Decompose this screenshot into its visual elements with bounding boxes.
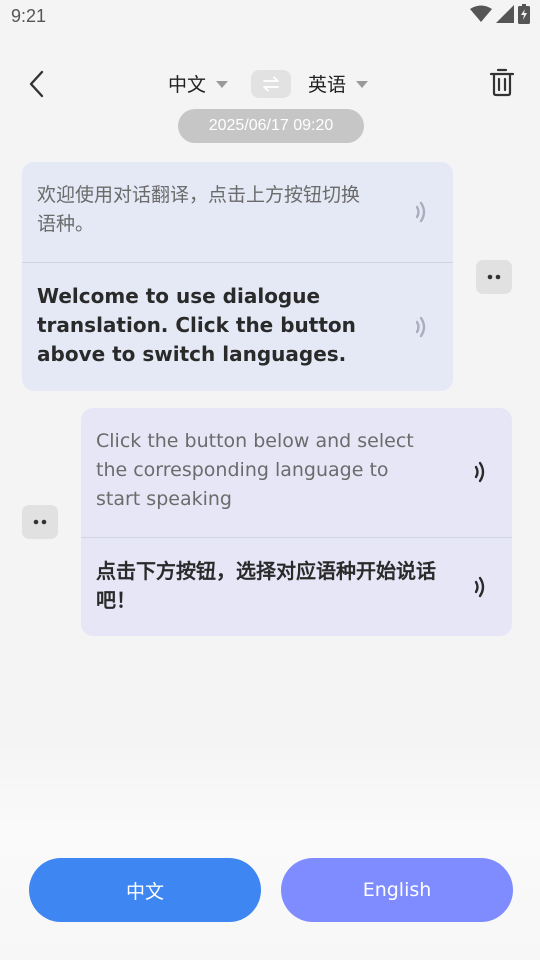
message-source-section: Click the button below and select the co… — [81, 408, 512, 537]
more-dots-icon — [487, 274, 501, 280]
chevron-down-icon — [216, 81, 229, 88]
source-language-selector[interactable]: 中文 — [168, 70, 229, 97]
speak-chinese-button[interactable]: 中文 — [29, 858, 261, 922]
cell-signal-icon — [496, 5, 514, 27]
chevron-down-icon — [356, 81, 369, 88]
message-more-button[interactable] — [22, 505, 58, 539]
play-translation-button[interactable] — [410, 315, 434, 339]
play-source-button[interactable] — [410, 200, 434, 224]
bottom-panel — [0, 740, 540, 960]
speaker-icon — [474, 461, 485, 483]
speak-english-button[interactable]: English — [281, 858, 513, 922]
back-button[interactable] — [20, 66, 52, 102]
message-translation-text: Welcome to use dialogue translation. Cli… — [37, 284, 356, 366]
speaker-icon — [474, 576, 485, 598]
clear-conversation-button[interactable] — [488, 66, 516, 98]
message-source-text: Click the button below and select the co… — [96, 430, 414, 510]
play-source-button[interactable] — [469, 460, 493, 484]
speaker-icon — [415, 316, 426, 338]
speaker-icon — [415, 201, 426, 223]
trash-icon — [489, 68, 515, 97]
more-dots-icon — [33, 519, 47, 525]
status-icons — [470, 4, 530, 28]
conversation-timestamp: 2025/06/17 09:20 — [178, 109, 364, 143]
message-source-section: 欢迎使用对话翻译，点击上方按钮切换语种。 — [22, 162, 453, 262]
target-language-label: 英语 — [308, 74, 347, 96]
source-language-label: 中文 — [168, 74, 207, 96]
battery-icon — [518, 4, 530, 28]
wifi-icon — [470, 5, 492, 27]
message-translation-text: 点击下方按钮，选择对应语种开始说话吧！ — [96, 559, 436, 612]
message-translation-section: 点击下方按钮，选择对应语种开始说话吧！ — [81, 538, 512, 636]
status-time: 9:21 — [11, 6, 47, 26]
swap-languages-button[interactable] — [251, 70, 291, 98]
target-language-selector[interactable]: 英语 — [308, 70, 369, 97]
message-card-left: 欢迎使用对话翻译，点击上方按钮切换语种。 Welcome to use dial… — [22, 162, 453, 391]
status-bar: 9:21 — [0, 0, 540, 34]
header: 中文 英语 — [0, 60, 540, 108]
swap-icon — [263, 76, 279, 92]
back-arrow-icon — [29, 70, 44, 98]
message-translation-section: Welcome to use dialogue translation. Cli… — [22, 263, 453, 391]
message-card-right: Click the button below and select the co… — [81, 408, 512, 636]
message-more-button[interactable] — [476, 260, 512, 294]
message-source-text: 欢迎使用对话翻译，点击上方按钮切换语种。 — [37, 184, 361, 235]
play-translation-button[interactable] — [469, 575, 493, 599]
